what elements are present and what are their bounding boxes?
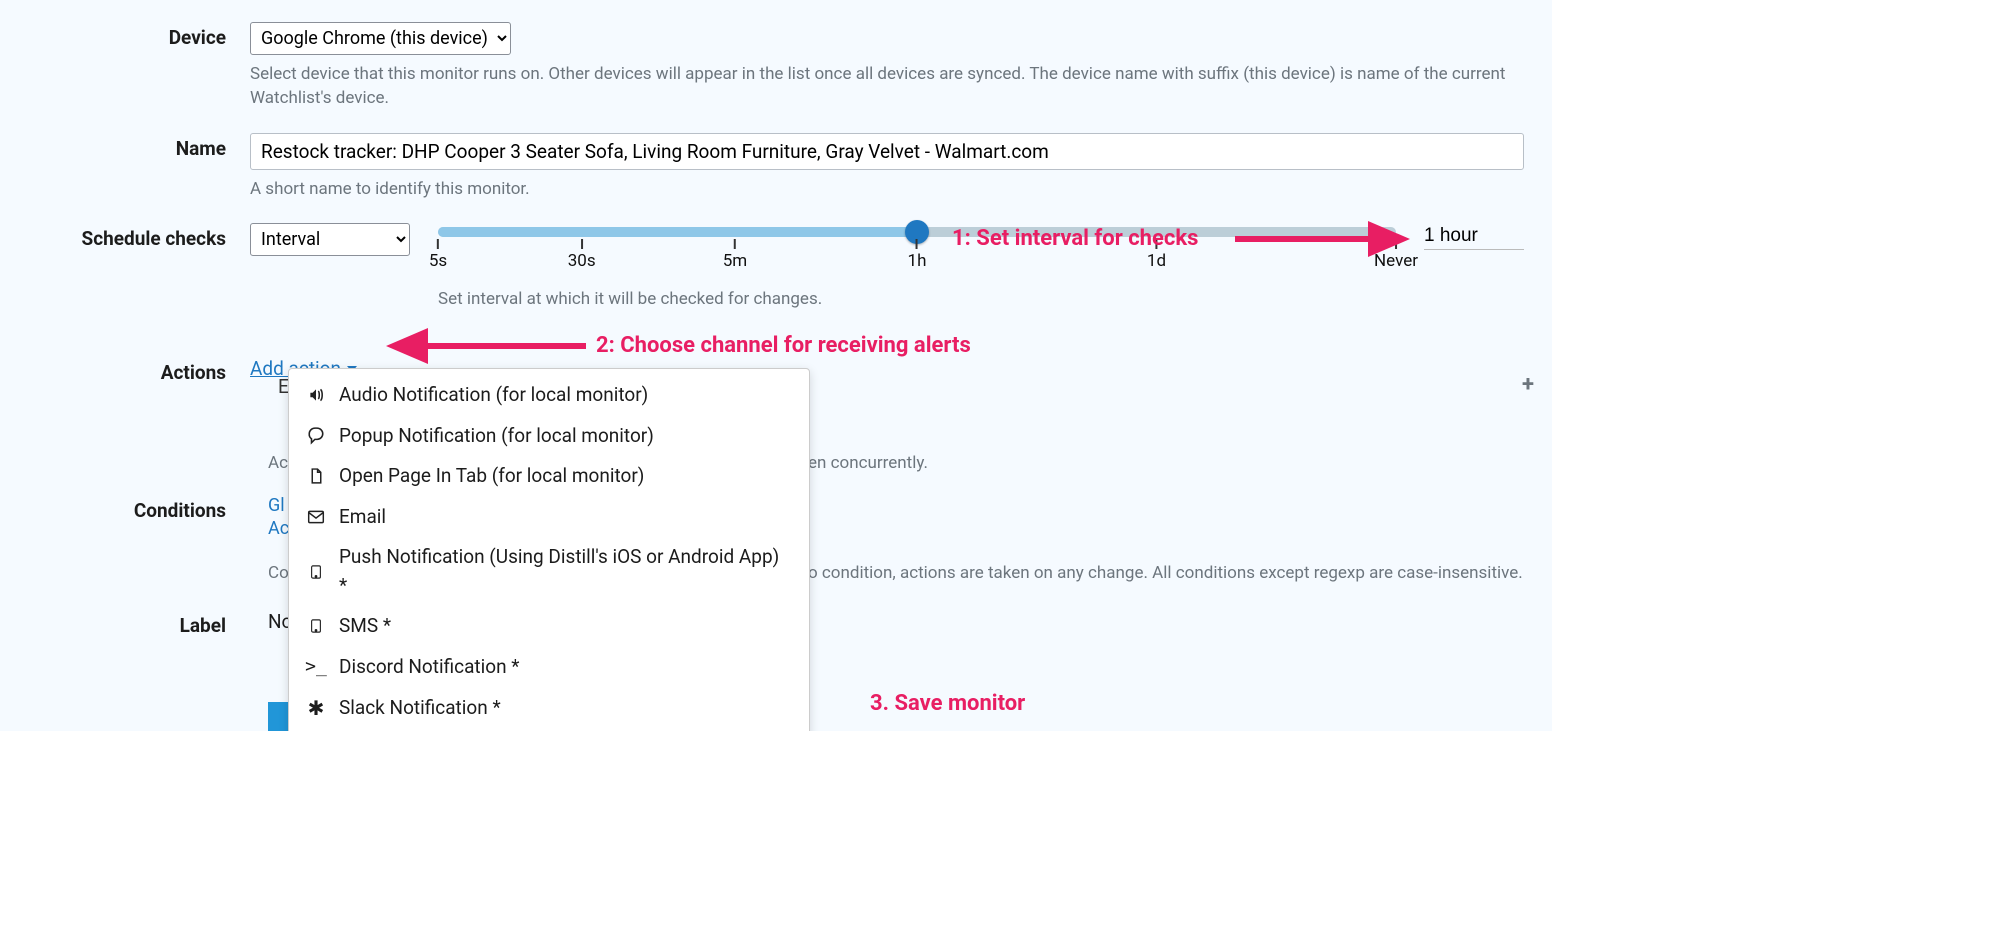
label-label: Label xyxy=(0,610,250,637)
interval-value-input[interactable] xyxy=(1424,223,1524,250)
menu-slack-notification[interactable]: ✱Slack Notification * xyxy=(289,687,809,729)
file-icon xyxy=(305,468,327,485)
device-select[interactable]: Google Chrome (this device) xyxy=(250,22,511,55)
device-row: Device Google Chrome (this device) Selec… xyxy=(0,0,1552,111)
phone-icon xyxy=(305,563,327,581)
callout-3: 3. Save monitor xyxy=(870,691,1025,716)
volume-icon xyxy=(305,386,327,404)
name-row: Name A short name to identify this monit… xyxy=(0,111,1552,202)
menu-open-page-tab[interactable]: Open Page In Tab (for local monitor) xyxy=(289,456,809,497)
callout-1: 1: Set interval for checks xyxy=(952,226,1198,251)
conditions-help-suffix: o condition, actions are taken on any ch… xyxy=(808,563,1523,583)
device-help: Select device that this monitor runs on.… xyxy=(250,63,1524,111)
conditions-help-prefix: Co xyxy=(268,563,289,583)
chat-icon xyxy=(305,427,327,445)
menu-discord-notification[interactable]: >_Discord Notification * xyxy=(289,647,809,688)
conditions-label: Conditions xyxy=(0,495,250,539)
menu-push-notification[interactable]: Push Notification (Using Distill's iOS o… xyxy=(289,537,809,606)
phone-icon xyxy=(305,617,327,635)
callout-2: 2: Choose channel for receiving alerts xyxy=(596,333,971,358)
name-input[interactable] xyxy=(250,133,1524,170)
actions-help-prefix: Ac xyxy=(268,453,288,473)
conditions-link-1[interactable]: Gl xyxy=(268,495,289,516)
schedule-mode-select[interactable]: Interval xyxy=(250,223,410,256)
actions-label: Actions xyxy=(0,357,250,384)
actions-help-suffix: en concurrently. xyxy=(808,453,928,473)
device-label: Device xyxy=(0,22,250,49)
menu-webhook-call[interactable]: >_Webhook Call * xyxy=(289,729,809,731)
arrow-1-head xyxy=(1368,221,1410,257)
conditions-link-2[interactable]: Ac xyxy=(268,518,289,539)
menu-email[interactable]: Email xyxy=(289,497,809,538)
name-help: A short name to identify this monitor. xyxy=(250,178,1524,202)
envelope-icon xyxy=(305,508,327,526)
schedule-label: Schedule checks xyxy=(0,223,250,250)
name-label: Name xyxy=(0,133,250,160)
terminal-icon: >_ xyxy=(305,653,327,680)
add-item-plus[interactable]: + xyxy=(1522,372,1534,397)
menu-sms[interactable]: SMS * xyxy=(289,606,809,647)
slack-icon: ✱ xyxy=(305,693,327,723)
menu-audio-notification[interactable]: Audio Notification (for local monitor) xyxy=(289,375,809,416)
schedule-help: Set interval at which it will be checked… xyxy=(438,289,1396,309)
schedule-row: Schedule checks Interval 5s 30s 5m 1h xyxy=(0,201,1552,309)
arrow-2-head xyxy=(386,328,428,364)
add-action-dropdown: Audio Notification (for local monitor) P… xyxy=(288,368,810,731)
menu-popup-notification[interactable]: Popup Notification (for local monitor) xyxy=(289,416,809,457)
